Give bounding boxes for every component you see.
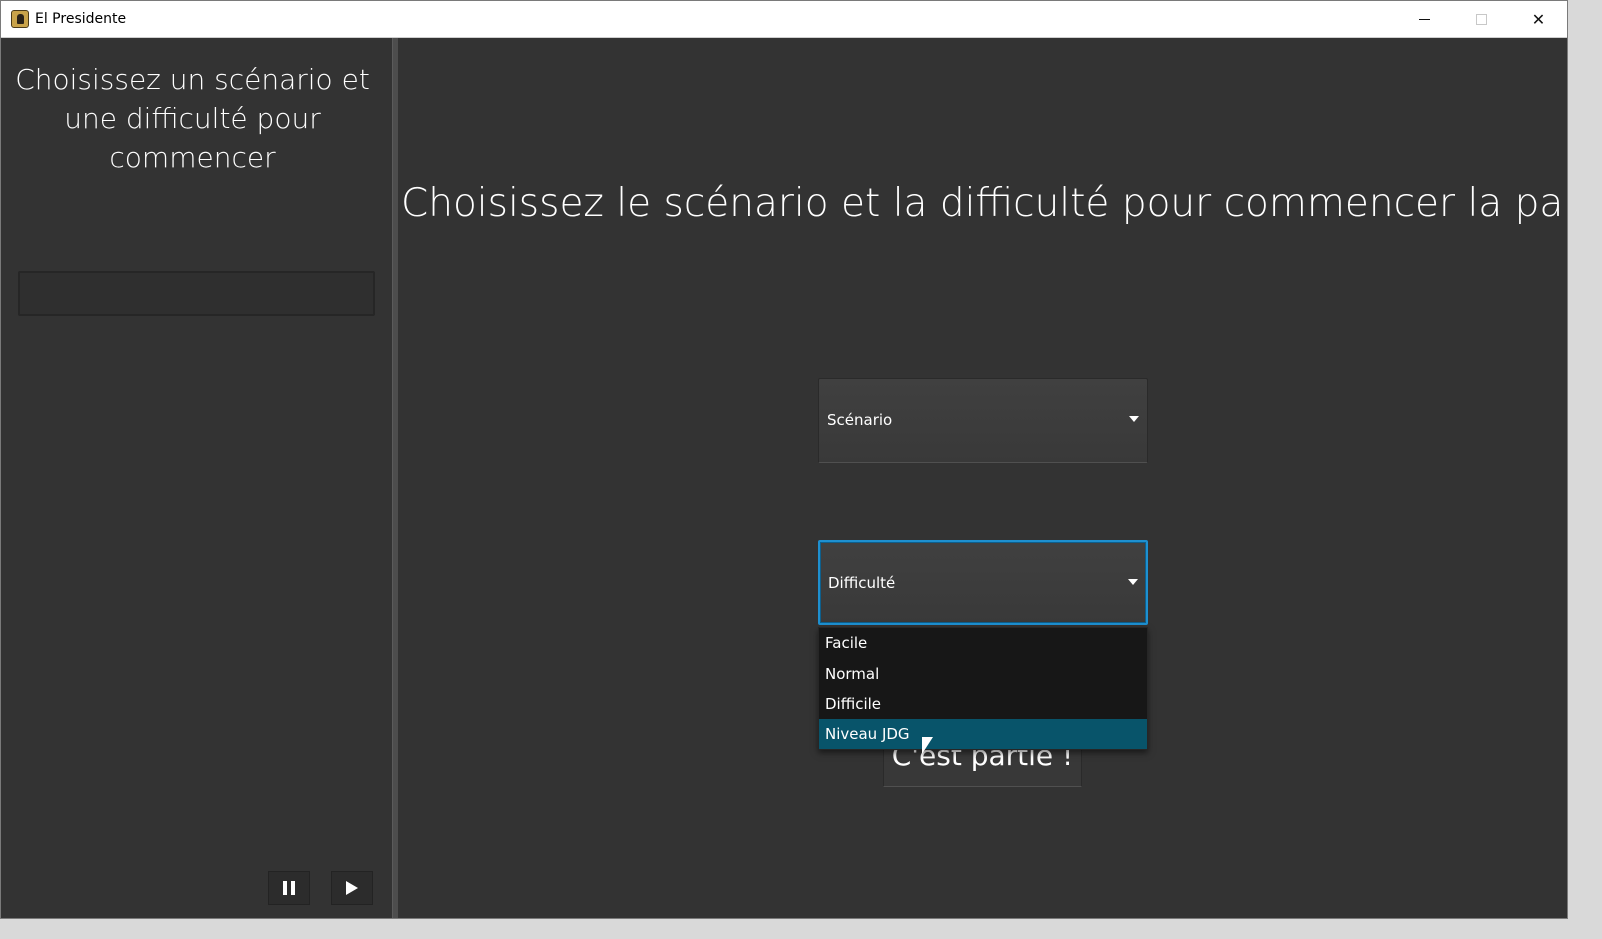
maximize-button[interactable]	[1453, 1, 1510, 38]
close-icon: ✕	[1531, 10, 1546, 29]
pause-icon	[281, 881, 297, 895]
window-title: El Presidente	[35, 11, 127, 27]
scenario-combobox[interactable]: Scénario	[818, 378, 1148, 463]
panel-divider[interactable]	[392, 38, 398, 918]
difficulty-option-difficile[interactable]: Difficile	[819, 689, 1147, 719]
title-bar[interactable]: El Presidente ✕	[1, 1, 1567, 38]
main-title: Choisissez le scénario et la difficulté …	[401, 181, 1568, 226]
scenario-combobox-label: Scénario	[827, 411, 893, 429]
app-logo-icon	[11, 10, 29, 28]
play-icon	[346, 881, 358, 895]
close-button[interactable]: ✕	[1510, 1, 1567, 38]
chevron-down-icon	[1129, 416, 1139, 422]
difficulty-option-normal[interactable]: Normal	[819, 659, 1147, 689]
left-text-field[interactable]	[18, 271, 375, 316]
difficulty-dropdown-list: Facile Normal Difficile Niveau JDG	[818, 627, 1148, 750]
difficulty-combobox[interactable]: Difficulté	[818, 540, 1148, 625]
mouse-cursor-icon	[922, 737, 933, 754]
difficulty-option-niveau-jdg[interactable]: Niveau JDG	[819, 719, 1147, 749]
left-panel: Choisissez un scénario et une difficulté…	[1, 38, 392, 918]
play-button[interactable]	[331, 871, 373, 905]
chevron-down-icon	[1128, 579, 1138, 585]
minimize-button[interactable]	[1396, 1, 1453, 38]
maximize-icon	[1476, 14, 1487, 25]
left-panel-title: Choisissez un scénario et une difficulté…	[15, 63, 370, 174]
difficulty-combobox-label: Difficulté	[828, 574, 896, 592]
pause-button[interactable]	[268, 871, 310, 905]
app-window: El Presidente ✕ Choisissez un scénario e…	[0, 0, 1568, 919]
difficulty-option-facile[interactable]: Facile	[819, 628, 1147, 658]
minimize-icon	[1419, 19, 1430, 20]
